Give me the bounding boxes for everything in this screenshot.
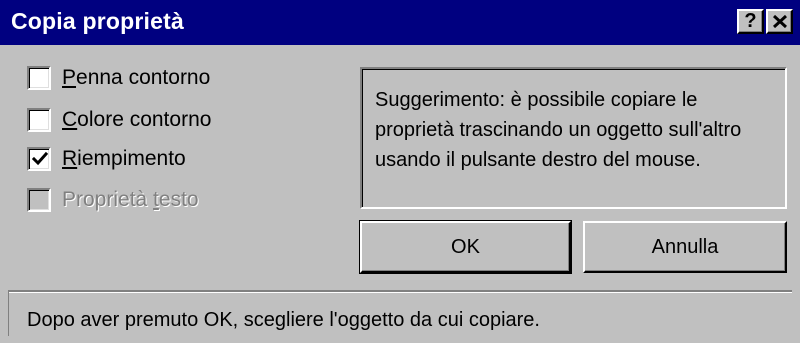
ok-button-label: OK — [451, 236, 480, 258]
checkbox-outline-pen-box[interactable] — [27, 66, 51, 90]
checkbox-text-properties-label-a: Proprietà — [62, 188, 154, 211]
copy-properties-dialog: Copia proprietà ? Penna contorno Colore … — [0, 0, 800, 343]
mnemonic-p: P — [62, 66, 77, 89]
checkbox-outline-color-box[interactable] — [27, 108, 51, 132]
checkbox-text-properties-label: Proprietà testo — [62, 187, 199, 213]
checkbox-outline-color-label-rest: olore contorno — [77, 108, 212, 131]
mnemonic-r: R — [62, 147, 78, 170]
status-text: Dopo aver premuto OK, scegliere l'oggett… — [27, 309, 540, 331]
checkbox-text-properties-label-b: esto — [158, 188, 199, 211]
checkbox-fill-box[interactable] — [27, 147, 51, 171]
hint-text: Suggerimento: è possibile copiare le pro… — [375, 89, 742, 171]
close-button[interactable] — [766, 9, 793, 34]
help-icon: ? — [744, 10, 757, 32]
checkbox-fill[interactable]: Riempimento — [27, 147, 327, 175]
checkbox-outline-pen-label: Penna contorno — [62, 65, 210, 91]
ok-button[interactable]: OK — [359, 220, 572, 274]
help-button[interactable]: ? — [737, 9, 764, 34]
checkbox-outline-pen[interactable]: Penna contorno — [27, 66, 327, 94]
cancel-button[interactable]: Annulla — [583, 221, 787, 273]
close-icon — [773, 15, 787, 28]
checkmark-icon — [32, 151, 48, 166]
mnemonic-c: C — [62, 108, 78, 131]
checkbox-fill-label: Riempimento — [62, 146, 186, 172]
hint-box: Suggerimento: è possibile copiare le pro… — [360, 67, 787, 209]
title-bar[interactable]: Copia proprietà ? — [0, 0, 800, 45]
checkbox-outline-pen-label-rest: enna contorno — [76, 66, 211, 89]
checkbox-outline-color[interactable]: Colore contorno — [27, 108, 327, 136]
checkbox-text-properties-box — [27, 188, 51, 212]
checkbox-text-properties: Proprietà testo — [27, 188, 327, 216]
checkbox-fill-label-rest: iempimento — [77, 147, 186, 170]
window-title: Copia proprietà — [11, 8, 184, 34]
cancel-button-label: Annulla — [651, 236, 719, 258]
status-bar: Dopo aver premuto OK, scegliere l'oggett… — [8, 290, 792, 336]
checkbox-outline-color-label: Colore contorno — [62, 107, 211, 133]
